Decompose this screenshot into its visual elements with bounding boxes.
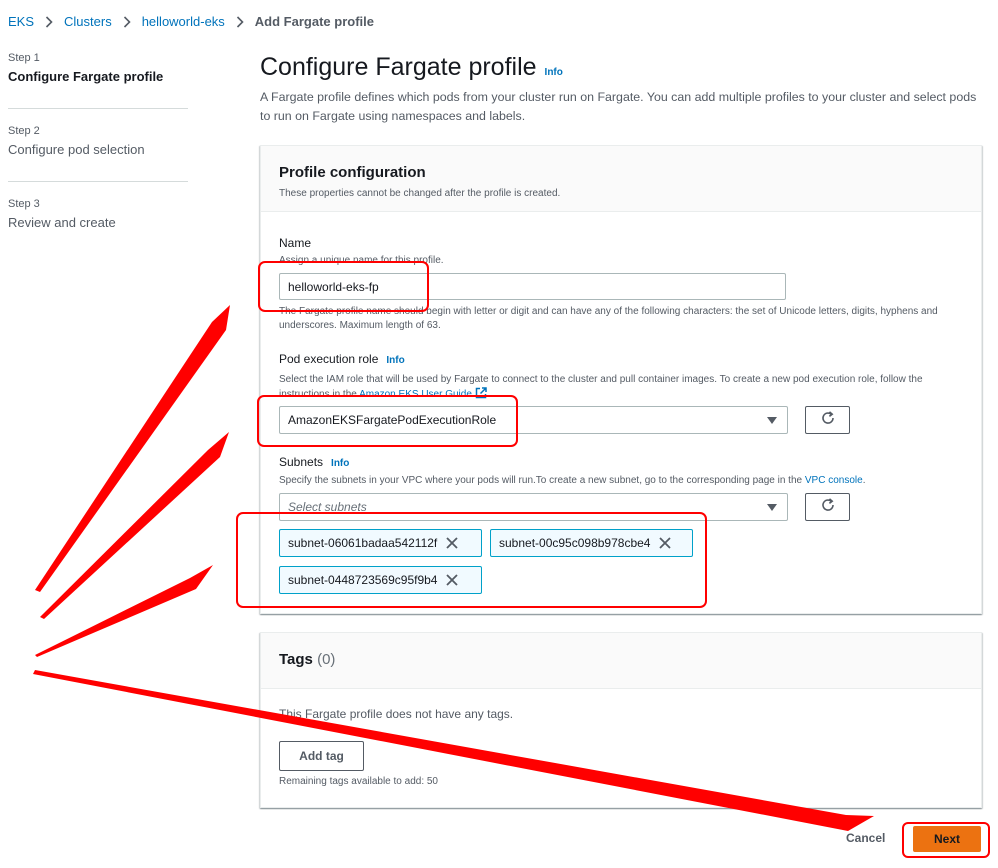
step-divider bbox=[8, 108, 188, 109]
breadcrumb-cluster[interactable]: helloworld-eks bbox=[142, 14, 225, 29]
tags-empty-text: This Fargate profile does not have any t… bbox=[279, 707, 514, 721]
user-guide-link[interactable]: Amazon EKS User Guide bbox=[359, 389, 472, 400]
breadcrumb: EKS Clusters helloworld-eks Add Fargate … bbox=[8, 14, 374, 29]
panel-header: Tags (0) bbox=[261, 633, 981, 689]
panel-header: Profile configuration These properties c… bbox=[261, 146, 981, 212]
annotation-arrow bbox=[35, 565, 213, 657]
tags-title: Tags bbox=[279, 651, 313, 668]
page-title: Configure Fargate profile Info bbox=[260, 53, 563, 82]
panel-title: Profile configuration bbox=[279, 164, 426, 181]
chevron-right-icon bbox=[45, 15, 53, 28]
next-button[interactable]: Next bbox=[913, 826, 981, 852]
cancel-button[interactable]: Cancel bbox=[846, 831, 885, 845]
subnets-hint-text: Specify the subnets in your VPC where yo… bbox=[279, 475, 803, 486]
panel-subtitle: These properties cannot be changed after… bbox=[279, 188, 561, 199]
subnet-token: subnet-00c95c098b978cbe4 bbox=[490, 529, 693, 557]
step-number: Step 3 bbox=[8, 198, 40, 210]
page-description: A Fargate profile defines which pods fro… bbox=[260, 90, 977, 123]
step-3: Step 3 Review and create bbox=[8, 196, 188, 240]
info-link[interactable]: Info bbox=[545, 67, 563, 78]
step-1: Step 1 Configure Fargate profile bbox=[8, 50, 188, 94]
chevron-right-icon bbox=[123, 15, 131, 28]
step-title: Configure Fargate profile bbox=[8, 69, 164, 84]
annotation-arrow bbox=[40, 432, 229, 619]
role-label: Pod execution role Info bbox=[279, 352, 405, 366]
chevron-right-icon bbox=[236, 15, 244, 28]
refresh-icon bbox=[820, 497, 836, 518]
step-number: Step 1 bbox=[8, 52, 40, 64]
subnet-token-label: subnet-00c95c098b978cbe4 bbox=[499, 536, 651, 550]
breadcrumb-eks[interactable]: EKS bbox=[8, 14, 34, 29]
name-constraint: The Fargate profile name should begin wi… bbox=[279, 306, 938, 331]
role-label-text: Pod execution role bbox=[279, 352, 379, 366]
name-label-text: Name bbox=[279, 236, 312, 250]
step-number: Step 2 bbox=[8, 125, 40, 137]
name-label: Name bbox=[279, 236, 311, 250]
role-hint: Select the IAM role that will be used by… bbox=[279, 374, 923, 400]
name-hint: Assign a unique name for this profile. bbox=[279, 255, 444, 266]
role-refresh-button[interactable] bbox=[805, 406, 850, 434]
panel-title: Tags (0) bbox=[279, 651, 963, 668]
subnet-token: subnet-06061badaa542112f bbox=[279, 529, 482, 557]
tags-remaining: Remaining tags available to add: 50 bbox=[279, 776, 438, 787]
vpc-console-link[interactable]: VPC console bbox=[805, 475, 863, 486]
role-select-value: AmazonEKSFargatePodExecutionRole bbox=[288, 413, 497, 427]
step-title: Review and create bbox=[8, 215, 116, 230]
add-tag-button[interactable]: Add tag bbox=[279, 741, 364, 771]
subnets-refresh-button[interactable] bbox=[805, 493, 850, 521]
subnets-hint: Specify the subnets in your VPC where yo… bbox=[279, 475, 866, 486]
subnets-placeholder: Select subnets bbox=[288, 500, 367, 514]
profile-configuration-panel: Profile configuration These properties c… bbox=[260, 145, 982, 614]
refresh-icon bbox=[820, 410, 836, 431]
wizard-steps: Step 1 Configure Fargate profile Step 2 … bbox=[8, 50, 188, 240]
subnets-label: Subnets Info bbox=[279, 455, 349, 469]
subnets-label-text: Subnets bbox=[279, 455, 324, 469]
remove-subnet-icon[interactable] bbox=[446, 537, 458, 549]
subnets-info-link[interactable]: Info bbox=[331, 458, 349, 469]
tags-panel: Tags (0) This Fargate profile does not h… bbox=[260, 632, 982, 808]
step-2: Step 2 Configure pod selection bbox=[8, 123, 188, 167]
name-input-value: helloworld-eks-fp bbox=[288, 279, 379, 294]
page-title-text: Configure Fargate profile bbox=[260, 53, 537, 81]
subnet-token-label: subnet-0448723569c95f9b4 bbox=[288, 573, 438, 587]
external-link-icon bbox=[475, 387, 487, 400]
step-title: Configure pod selection bbox=[8, 142, 145, 157]
role-info-link[interactable]: Info bbox=[386, 355, 404, 366]
caret-down-icon bbox=[767, 504, 777, 511]
caret-down-icon bbox=[767, 417, 777, 424]
role-select[interactable]: AmazonEKSFargatePodExecutionRole bbox=[279, 406, 788, 434]
remove-subnet-icon[interactable] bbox=[659, 537, 672, 549]
subnet-token: subnet-0448723569c95f9b4 bbox=[279, 566, 482, 594]
breadcrumb-current: Add Fargate profile bbox=[254, 14, 374, 29]
subnet-token-label: subnet-06061badaa542112f bbox=[288, 536, 438, 550]
name-input[interactable]: helloworld-eks-fp bbox=[279, 273, 786, 300]
tags-count: (0) bbox=[317, 651, 336, 668]
remove-subnet-icon[interactable] bbox=[446, 574, 459, 586]
subnets-select[interactable]: Select subnets bbox=[279, 493, 788, 521]
annotation-arrow bbox=[35, 305, 230, 592]
step-divider bbox=[8, 181, 188, 182]
breadcrumb-clusters[interactable]: Clusters bbox=[64, 14, 112, 29]
